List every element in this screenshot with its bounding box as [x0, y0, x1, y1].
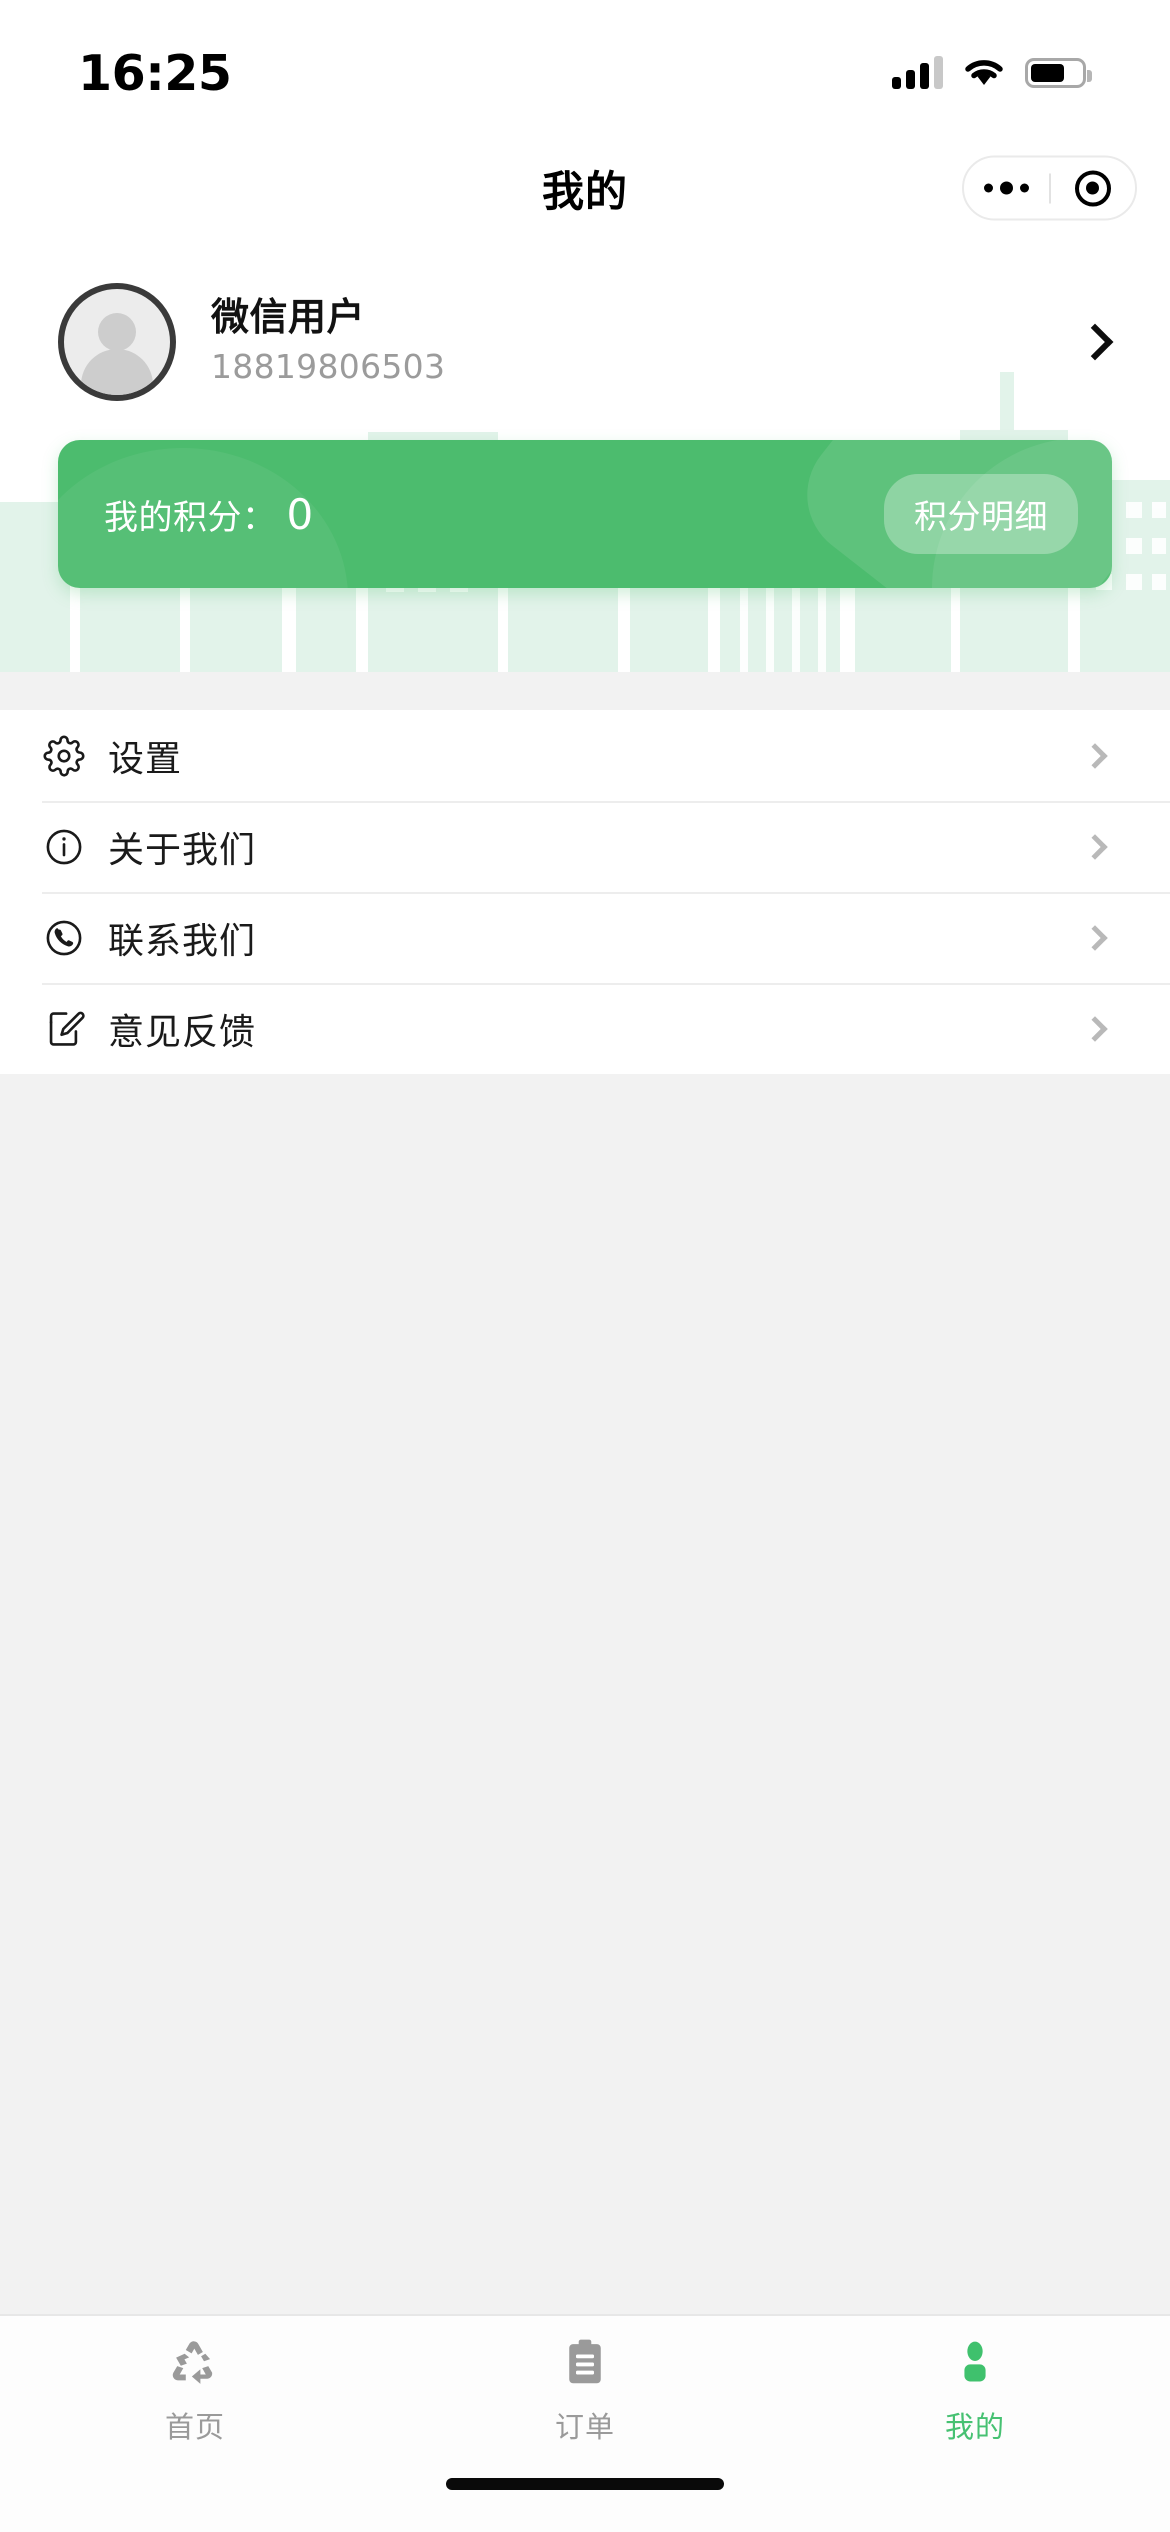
person-icon: [948, 2334, 1002, 2392]
more-dots-icon: [983, 181, 1029, 195]
tab-mine[interactable]: 我的: [780, 2334, 1170, 2446]
page-title: 我的: [541, 166, 628, 216]
chevron-right-icon: [1082, 833, 1108, 860]
menu-item-contact-us[interactable]: 联系我们: [0, 892, 1170, 983]
capsule-more-button[interactable]: [964, 181, 1049, 195]
menu-item-label: 意见反馈: [108, 1011, 257, 1053]
tab-orders[interactable]: 订单: [390, 2334, 780, 2446]
recycle-icon: [168, 2334, 222, 2392]
status-bar: 16:25: [0, 0, 1170, 132]
profile-name: 微信用户: [211, 294, 366, 339]
default-user-avatar-icon: [98, 313, 136, 351]
nav-bar: 我的: [0, 132, 1170, 244]
bottom-tab-bar: 首页 订单 我的: [0, 2314, 1170, 2464]
profile-info: 微信用户 18819806503: [211, 294, 1082, 390]
tab-label: 首页: [164, 2410, 225, 2444]
points-value: 0: [286, 489, 314, 539]
points-summary: 我的积分： 0: [104, 490, 313, 539]
profile-header: 微信用户 18819806503 我的积分： 0 积分明细: [0, 244, 1170, 672]
chevron-right-icon[interactable]: [1076, 323, 1114, 361]
points-label: 我的积分：: [104, 497, 277, 538]
gear-icon: [42, 734, 86, 778]
chevron-right-icon: [1082, 1015, 1108, 1042]
profile-row[interactable]: 微信用户 18819806503: [0, 244, 1170, 440]
content-filler: [0, 1074, 1170, 2314]
chevron-right-icon: [1082, 924, 1108, 951]
target-circle-icon: [1074, 170, 1111, 206]
wifi-icon: [962, 55, 1006, 91]
app-screen: 16:25 我的 微信用户 18819806503 我的积分： 0 积分明细 设…: [0, 0, 1170, 2532]
menu-item-label: 关于我们: [108, 829, 257, 871]
cellular-signal-icon: [892, 56, 943, 89]
menu-item-feedback[interactable]: 意见反馈: [0, 983, 1170, 1074]
info-icon: [42, 825, 86, 869]
status-bar-icons: [892, 41, 1092, 91]
home-indicator[interactable]: [446, 2478, 724, 2490]
tab-label: 我的: [944, 2410, 1005, 2444]
home-indicator-area: [0, 2464, 1170, 2532]
status-bar-time: 16:25: [78, 44, 232, 102]
tab-home[interactable]: 首页: [0, 2334, 390, 2446]
points-detail-button[interactable]: 积分明细: [884, 474, 1078, 554]
avatar[interactable]: [58, 283, 176, 401]
section-gap: [0, 672, 1170, 710]
points-card[interactable]: 我的积分： 0 积分明细: [58, 440, 1112, 588]
battery-icon: [1025, 58, 1092, 88]
phone-icon: [42, 916, 86, 960]
menu-item-label: 设置: [108, 738, 183, 780]
menu-item-settings[interactable]: 设置: [0, 710, 1170, 801]
profile-phone: 18819806503: [211, 347, 446, 387]
avatar-body-shape: [81, 349, 153, 395]
menu-list: 设置 关于我们 联系我们 意见反馈: [0, 710, 1170, 1074]
tab-label: 订单: [554, 2410, 615, 2444]
edit-note-icon: [42, 1007, 86, 1051]
capsule-close-button[interactable]: [1051, 170, 1136, 206]
chevron-right-icon: [1082, 742, 1108, 769]
menu-item-label: 联系我们: [108, 920, 257, 962]
wechat-capsule[interactable]: [962, 155, 1137, 221]
menu-item-about-us[interactable]: 关于我们: [0, 801, 1170, 892]
clipboard-icon: [558, 2334, 612, 2392]
